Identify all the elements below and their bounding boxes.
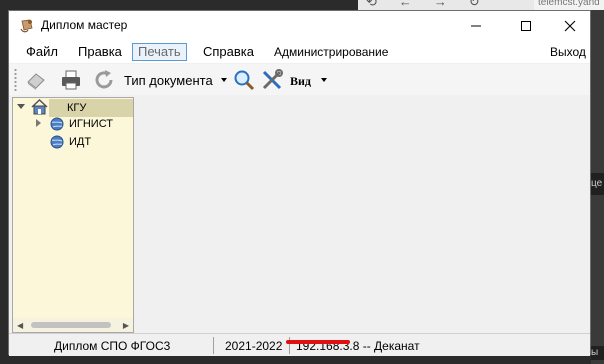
- tree-collapse-chevron-icon[interactable]: [17, 104, 25, 110]
- status-program: Диплом СПО ФГОС3: [54, 339, 171, 353]
- scroll-left-arrow-icon[interactable]: ◀: [17, 321, 23, 330]
- app-scroll-icon: [20, 19, 33, 33]
- scrollbar-thumb[interactable]: [31, 322, 111, 328]
- menu-print[interactable]: Печать: [132, 43, 187, 61]
- toolbar-refresh-button[interactable]: [91, 67, 117, 93]
- menu-admin[interactable]: Администрирование: [269, 43, 393, 61]
- app-window: Диплом мастер Файл Правка Печать Справка…: [8, 10, 591, 356]
- tree-item-ignist[interactable]: ИГНИСТ: [69, 115, 113, 133]
- close-icon: [564, 20, 576, 32]
- menu-edit[interactable]: Правка: [73, 43, 127, 61]
- background-browser-strip: ⟲←→↻ telemcst.yand: [358, 0, 604, 10]
- toolbar-search-button[interactable]: [231, 67, 257, 93]
- minimize-icon: [471, 25, 481, 27]
- view-chevron-down-icon[interactable]: [321, 78, 327, 82]
- background-window-edge: це ы: [591, 10, 604, 364]
- document-type-chevron-down-icon[interactable]: [221, 78, 227, 82]
- title-bar[interactable]: Диплом мастер: [9, 11, 590, 41]
- view-dropdown[interactable]: Вид: [290, 74, 311, 89]
- background-edge-chip-2: ы: [591, 346, 604, 360]
- tree-panel: КГУ ИГНИСТ ИДТ ◀ ▶: [12, 97, 134, 333]
- magnifier-icon: [234, 70, 255, 91]
- toolbar-tools-button[interactable]: [259, 67, 285, 93]
- connection-underline-mark: [286, 340, 350, 344]
- document-type-dropdown[interactable]: Тип документа: [124, 73, 213, 88]
- tree-horizontal-scrollbar[interactable]: ◀ ▶: [13, 318, 133, 332]
- tools-icon: [262, 69, 283, 90]
- status-separator: [213, 337, 214, 354]
- close-button[interactable]: [547, 11, 593, 41]
- maximize-button[interactable]: [503, 11, 549, 41]
- menu-help[interactable]: Справка: [198, 43, 259, 61]
- toolbar-eraser-button[interactable]: [23, 67, 49, 93]
- status-year: 2021-2022: [225, 339, 283, 353]
- refresh-icon: [95, 70, 113, 89]
- toolbar: Тип документа Вид: [9, 64, 590, 95]
- background-browser-nav-icons: ⟲←→↻: [366, 0, 502, 9]
- globe-icon: [50, 117, 64, 131]
- maximize-icon: [521, 21, 531, 31]
- background-edge-chip: це: [591, 173, 604, 195]
- tree-item-idt[interactable]: ИДТ: [69, 133, 91, 151]
- globe-icon: [50, 135, 64, 149]
- toolbar-print-button[interactable]: [58, 67, 84, 93]
- menu-exit[interactable]: Выход: [545, 43, 591, 61]
- status-bar: Диплом СПО ФГОС3 2021-2022 192.168.3.8 -…: [9, 333, 590, 356]
- minimize-button[interactable]: [453, 11, 499, 41]
- eraser-icon: [27, 73, 45, 90]
- home-icon: [31, 99, 48, 115]
- menu-bar: Файл Правка Печать Справка Администриров…: [9, 41, 590, 63]
- tree-expand-chevron-icon[interactable]: [36, 119, 42, 127]
- scroll-right-arrow-icon[interactable]: ▶: [123, 321, 129, 330]
- toolbar-grip[interactable]: [14, 68, 17, 92]
- background-url-fragment: telemcst.yand: [534, 0, 604, 10]
- window-title: Диплом мастер: [41, 18, 128, 32]
- main-content-area: [135, 97, 590, 333]
- menu-file[interactable]: Файл: [21, 43, 63, 61]
- printer-icon: [62, 70, 80, 90]
